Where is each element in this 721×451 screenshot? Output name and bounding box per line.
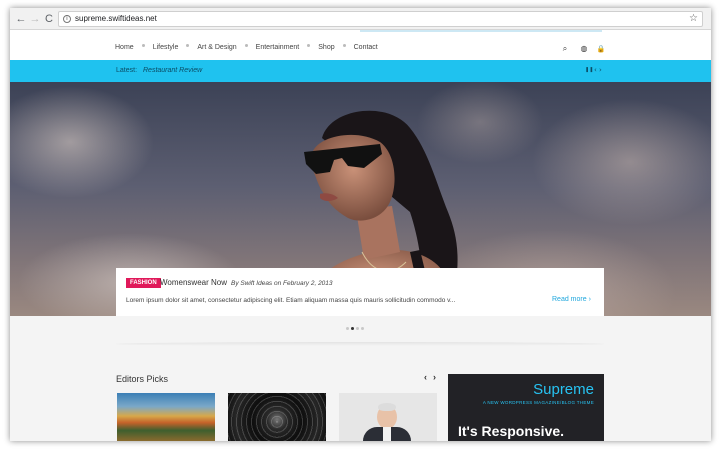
menu-separator <box>307 44 311 47</box>
back-button[interactable]: ← <box>14 12 28 26</box>
pick-thumbnail-painting[interactable] <box>117 393 215 441</box>
post-excerpt: Lorem ipsum dolor sit amet, consectetur … <box>126 297 456 304</box>
menu-separator <box>244 44 248 47</box>
editors-picks-title: Editors Picks <box>116 374 169 384</box>
menu-item-art-design[interactable]: Art & Design <box>197 44 236 51</box>
pick-thumbnail-portrait[interactable] <box>339 393 437 441</box>
pick-thumbnail-abstract[interactable] <box>228 393 326 441</box>
slider-dot[interactable] <box>346 327 349 330</box>
ad-tagline: A NEW WORDPRESS MAGAZINE/BLOG THEME <box>482 400 594 405</box>
menu-item-shop[interactable]: Shop <box>318 44 334 51</box>
ad-brand: Supreme <box>533 381 594 398</box>
theme-advert[interactable]: Supreme A NEW WORDPRESS MAGAZINE/BLOG TH… <box>448 374 604 441</box>
menu-separator <box>186 44 190 47</box>
slider-dot-active[interactable] <box>351 327 354 330</box>
ticker-headline-link[interactable]: Restaurant Review <box>143 67 202 74</box>
person-hair <box>378 403 396 411</box>
slider-dot[interactable] <box>361 327 364 330</box>
picks-prev-icon[interactable]: ‹ <box>424 372 427 382</box>
globe-icon[interactable]: ◍ <box>579 44 589 54</box>
menu-item-entertainment[interactable]: Entertainment <box>256 44 300 51</box>
browser-toolbar: ← → C i supreme.swiftideas.net ☆ <box>10 8 711 30</box>
slider-dot[interactable] <box>356 327 359 330</box>
reload-button[interactable]: C <box>42 12 56 26</box>
main-menu: Home Lifestyle Art & Design Entertainmen… <box>115 44 378 51</box>
menu-separator <box>141 44 145 47</box>
browser-window: ← → C i supreme.swiftideas.net ☆ Home Li… <box>10 8 711 441</box>
section-divider <box>116 342 604 346</box>
forward-button[interactable]: → <box>28 12 42 26</box>
menu-item-home[interactable]: Home <box>115 44 134 51</box>
pause-icon[interactable]: ❚❚ <box>585 66 593 75</box>
search-icon[interactable]: ⌕ <box>560 44 570 54</box>
post-meta: By Swift Ideas on February 2, 2013 <box>231 280 333 287</box>
read-more-link[interactable]: Read more › <box>552 295 591 305</box>
site-header: Home Lifestyle Art & Design Entertainmen… <box>10 30 711 60</box>
ticker-next-icon[interactable]: › <box>599 66 602 75</box>
bookmark-star-icon[interactable]: ☆ <box>689 12 698 26</box>
menu-separator <box>342 44 346 47</box>
hero-slider[interactable]: FASHION Womenswear Now By Swift Ideas on… <box>10 82 711 316</box>
category-badge[interactable]: FASHION <box>126 278 161 288</box>
ad-headline: It's Responsive. <box>458 423 565 439</box>
lock-icon[interactable]: 🔒 <box>596 44 606 54</box>
address-bar[interactable]: i supreme.swiftideas.net ☆ <box>58 11 703 27</box>
url-text: supreme.swiftideas.net <box>75 14 157 23</box>
ticker-prev-icon[interactable]: ‹ <box>594 66 597 75</box>
post-title-link[interactable]: Womenswear Now <box>160 278 227 288</box>
person-shirt <box>383 427 391 441</box>
info-icon[interactable]: i <box>63 15 71 23</box>
hero-post-card: FASHION Womenswear Now By Swift Ideas on… <box>116 268 604 316</box>
menu-item-lifestyle[interactable]: Lifestyle <box>153 44 179 51</box>
menu-item-contact[interactable]: Contact <box>354 44 378 51</box>
slider-pagination <box>346 327 364 330</box>
ticker-label: Latest: <box>116 67 138 74</box>
header-accent-line <box>360 30 602 32</box>
news-ticker: Latest: Restaurant Review ❚❚ ‹ › <box>10 60 711 82</box>
picks-next-icon[interactable]: › <box>433 372 436 382</box>
